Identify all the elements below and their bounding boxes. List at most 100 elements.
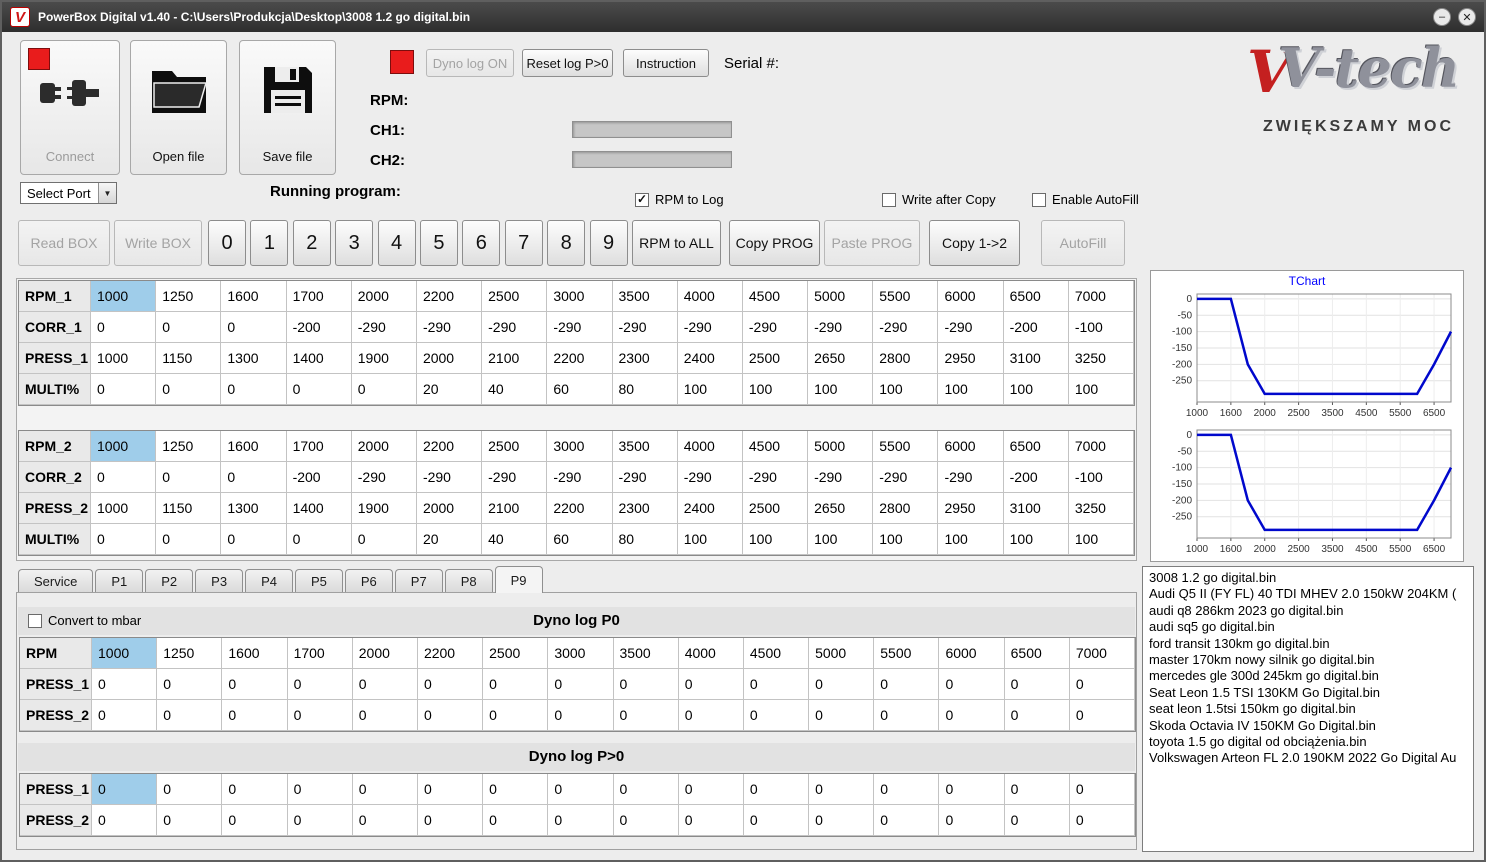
table-cell[interactable]: 6500 xyxy=(1003,431,1069,462)
table-cell[interactable]: -290 xyxy=(677,462,743,493)
table-cell[interactable]: -290 xyxy=(612,312,678,343)
table-cell[interactable]: 0 xyxy=(613,805,679,836)
table-cell[interactable]: -290 xyxy=(677,312,743,343)
table-cell[interactable]: -200 xyxy=(286,312,352,343)
table-cell[interactable]: 0 xyxy=(222,669,288,700)
table-cell[interactable]: 0 xyxy=(1069,700,1135,731)
digit-button-8[interactable]: 8 xyxy=(547,220,586,266)
table-cell[interactable]: -290 xyxy=(351,462,417,493)
table-cell[interactable]: 100 xyxy=(808,524,874,555)
file-list-item[interactable]: toyota 1.5 go digital od obciążenia.bin xyxy=(1143,734,1473,750)
table-cell[interactable]: -290 xyxy=(938,312,1004,343)
table-cell[interactable]: 0 xyxy=(92,774,158,805)
table-cell[interactable]: 0 xyxy=(352,805,418,836)
table-cell[interactable]: 0 xyxy=(287,700,353,731)
table-cell[interactable]: 60 xyxy=(547,374,613,405)
table-cell[interactable]: 2500 xyxy=(482,431,548,462)
rpm-to-all-button[interactable]: RPM to ALL xyxy=(632,220,721,266)
tab-p2[interactable]: P2 xyxy=(145,569,194,593)
digit-button-4[interactable]: 4 xyxy=(377,220,416,266)
digit-button-9[interactable]: 9 xyxy=(589,220,628,266)
table-cell[interactable]: 1250 xyxy=(156,431,222,462)
table-cell[interactable]: 0 xyxy=(809,774,875,805)
table-cell[interactable]: 100 xyxy=(1068,524,1134,555)
table-cell[interactable]: 0 xyxy=(156,312,222,343)
table-cell[interactable]: 0 xyxy=(221,462,287,493)
table-cell[interactable]: 0 xyxy=(939,669,1005,700)
table-cell[interactable]: 2000 xyxy=(416,493,483,524)
table-cell[interactable]: 4500 xyxy=(742,431,809,462)
convert-to-mbar-option[interactable]: Convert to mbar xyxy=(28,613,141,628)
table-cell[interactable]: 0 xyxy=(1004,774,1070,805)
table-cell[interactable]: 100 xyxy=(742,524,809,555)
table-cell[interactable]: 0 xyxy=(548,774,614,805)
table-cell[interactable]: 4000 xyxy=(677,281,743,312)
table-cell[interactable]: 3000 xyxy=(547,431,613,462)
table-cell[interactable]: 2100 xyxy=(482,343,548,374)
table-cell[interactable]: 2200 xyxy=(417,638,484,669)
table-cell[interactable]: 0 xyxy=(1004,669,1070,700)
table-cell[interactable]: -290 xyxy=(612,462,678,493)
tab-p9[interactable]: P9 xyxy=(494,566,543,593)
table-cell[interactable]: 2800 xyxy=(873,493,939,524)
table-cell[interactable]: 0 xyxy=(352,774,418,805)
table-cell[interactable]: -290 xyxy=(482,312,548,343)
table-cell[interactable]: -290 xyxy=(873,462,939,493)
table-cell[interactable]: 2100 xyxy=(482,493,548,524)
table-cell[interactable]: 7000 xyxy=(1068,431,1134,462)
table-cell[interactable]: 2400 xyxy=(677,493,743,524)
table-cell[interactable]: 1600 xyxy=(221,431,287,462)
table-cell[interactable]: 0 xyxy=(157,669,223,700)
table-cell[interactable]: 0 xyxy=(222,700,288,731)
copy-1-to-2-button[interactable]: Copy 1->2 xyxy=(929,220,1020,266)
table-cell[interactable]: 0 xyxy=(351,524,417,555)
table-cell[interactable]: 0 xyxy=(417,774,484,805)
table-cell[interactable]: -290 xyxy=(808,312,874,343)
table-cell[interactable]: 1700 xyxy=(287,638,353,669)
table-cell[interactable]: 0 xyxy=(483,774,549,805)
table-cell[interactable]: -290 xyxy=(416,312,483,343)
table-cell[interactable]: -290 xyxy=(742,312,809,343)
table-cell[interactable]: 0 xyxy=(91,374,157,405)
file-list-item[interactable]: 3008 1.2 go digital.bin xyxy=(1143,570,1473,586)
table-cell[interactable]: 2500 xyxy=(483,638,549,669)
write-after-copy-checkbox[interactable] xyxy=(882,192,896,207)
table-cell[interactable]: 0 xyxy=(156,462,222,493)
table-cell[interactable]: 1250 xyxy=(157,638,223,669)
table-cell[interactable]: 1400 xyxy=(286,343,352,374)
table-cell[interactable]: 0 xyxy=(809,700,875,731)
rpm-to-log-option[interactable]: RPM to Log xyxy=(635,192,724,207)
digit-button-7[interactable]: 7 xyxy=(504,220,543,266)
file-list-item[interactable]: ford transit 130km go digital.bin xyxy=(1143,636,1473,652)
connect-button[interactable]: Connect xyxy=(20,40,120,175)
file-list-item[interactable]: audi sq5 go digital.bin xyxy=(1143,619,1473,635)
tab-p3[interactable]: P3 xyxy=(195,569,244,593)
digit-button-3[interactable]: 3 xyxy=(335,220,374,266)
table-cell[interactable]: 0 xyxy=(1069,669,1135,700)
table-cell[interactable]: 2800 xyxy=(873,343,939,374)
table-cell[interactable]: 6000 xyxy=(939,638,1005,669)
table-cell[interactable]: 1900 xyxy=(351,343,417,374)
table-cell[interactable]: 0 xyxy=(221,524,287,555)
table-cell[interactable]: 1700 xyxy=(286,281,352,312)
table-cell[interactable]: 0 xyxy=(743,774,810,805)
table-cell[interactable]: 0 xyxy=(874,805,940,836)
table-cell[interactable]: 0 xyxy=(221,312,287,343)
table-cell[interactable]: 3000 xyxy=(547,281,613,312)
table-cell[interactable]: 1150 xyxy=(156,493,222,524)
table-cell[interactable]: 0 xyxy=(156,524,222,555)
table-cell[interactable]: 0 xyxy=(743,700,810,731)
table-cell[interactable]: 100 xyxy=(873,524,939,555)
table-cell[interactable]: 6000 xyxy=(938,431,1004,462)
table-cell[interactable]: 1400 xyxy=(286,493,352,524)
table-cell[interactable]: 0 xyxy=(809,669,875,700)
file-list[interactable]: 3008 1.2 go digital.bin Audi Q5 II (FY FL… xyxy=(1142,566,1474,852)
table-cell[interactable]: -290 xyxy=(482,462,548,493)
table-cell[interactable]: 0 xyxy=(874,700,940,731)
open-file-button[interactable]: Open file xyxy=(130,40,227,175)
table-cell[interactable]: 1600 xyxy=(221,281,287,312)
table-cell[interactable]: 100 xyxy=(1068,374,1134,405)
table-cell[interactable]: 0 xyxy=(743,805,810,836)
table-cell[interactable]: 0 xyxy=(417,805,484,836)
table-cell[interactable]: 2300 xyxy=(612,493,678,524)
